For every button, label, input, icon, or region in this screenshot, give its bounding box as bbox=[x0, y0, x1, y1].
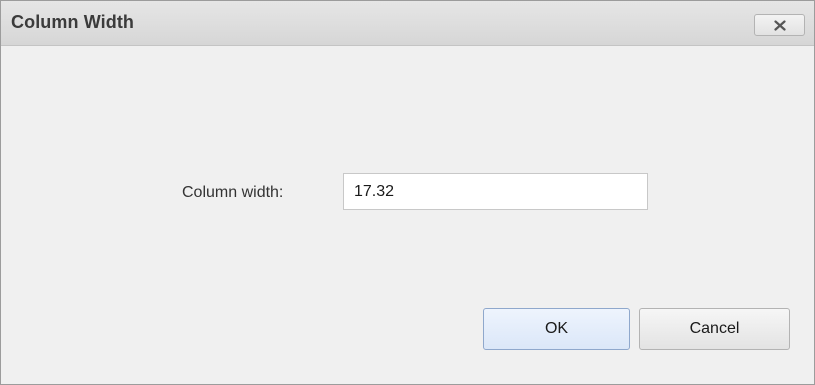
ok-button[interactable]: OK bbox=[483, 308, 630, 350]
title-bar[interactable]: Column Width bbox=[1, 1, 814, 46]
cancel-button[interactable]: Cancel bbox=[639, 308, 790, 350]
dialog-title: Column Width bbox=[11, 12, 135, 32]
column-width-dialog: Column Width Column width: OK Cancel bbox=[0, 0, 815, 385]
column-width-label: Column width: bbox=[182, 184, 284, 201]
close-icon bbox=[774, 20, 786, 31]
column-width-input[interactable] bbox=[343, 173, 648, 210]
close-button[interactable] bbox=[754, 14, 805, 36]
